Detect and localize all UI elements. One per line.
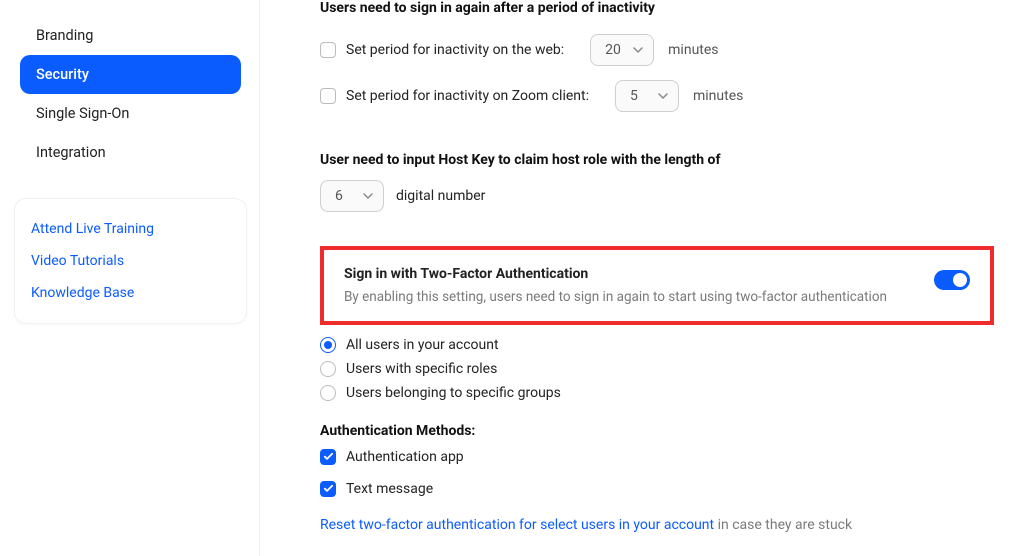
chevron-down-icon xyxy=(363,191,373,201)
help-link-tutorials[interactable]: Video Tutorials xyxy=(31,245,230,277)
settings-sidebar: Branding Security Single Sign-On Integra… xyxy=(0,0,260,556)
help-card: Attend Live Training Video Tutorials Kno… xyxy=(14,198,247,324)
inactivity-web-label: Set period for inactivity on the web: xyxy=(346,42,564,58)
reset-2fa-suffix-text: in case they are stuck xyxy=(718,517,852,533)
twofa-text: Sign in with Two-Factor Authentication B… xyxy=(344,266,887,307)
radio-icon xyxy=(320,361,336,377)
help-link-knowledgebase[interactable]: Knowledge Base xyxy=(31,277,230,309)
help-link-training[interactable]: Attend Live Training xyxy=(31,213,230,245)
twofa-scope-group: All users in your account Users with spe… xyxy=(320,337,994,401)
auth-method-app-checkbox[interactable] xyxy=(320,449,336,465)
sidebar-item-integration[interactable]: Integration xyxy=(20,133,241,172)
sidebar-item-branding[interactable]: Branding xyxy=(20,16,241,55)
inactivity-web-row: Set period for inactivity on the web: 20… xyxy=(320,34,994,66)
settings-content: Users need to sign in again after a peri… xyxy=(260,0,1024,556)
sidebar-item-single-sign-on[interactable]: Single Sign-On xyxy=(20,94,241,133)
inactivity-web-unit: minutes xyxy=(668,42,718,58)
page-root: Branding Security Single Sign-On Integra… xyxy=(0,0,1024,556)
scope-option-all-users[interactable]: All users in your account xyxy=(320,337,994,353)
hostkey-title: User need to input Host Key to claim hos… xyxy=(320,152,994,168)
twofa-highlight: Sign in with Two-Factor Authentication B… xyxy=(320,246,994,325)
auth-method-sms-checkbox[interactable] xyxy=(320,481,336,497)
inactivity-client-checkbox[interactable] xyxy=(320,88,336,104)
twofa-toggle[interactable] xyxy=(934,270,970,290)
inactivity-web-value: 20 xyxy=(605,42,621,58)
chevron-down-icon xyxy=(633,45,643,55)
inactivity-web-select[interactable]: 20 xyxy=(590,34,654,66)
auth-method-app-label: Authentication app xyxy=(346,449,464,465)
auth-method-app-row: Authentication app xyxy=(320,449,994,465)
auth-methods-title: Authentication Methods: xyxy=(320,423,994,439)
radio-icon xyxy=(320,337,336,353)
scope-option-specific-roles[interactable]: Users with specific roles xyxy=(320,361,994,377)
auth-method-sms-row: Text message xyxy=(320,481,994,497)
toggle-knob xyxy=(953,273,967,287)
inactivity-client-row: Set period for inactivity on Zoom client… xyxy=(320,80,994,112)
sidebar-item-security[interactable]: Security xyxy=(20,55,241,94)
scope-option-label: Users with specific roles xyxy=(346,361,497,377)
nav-card: Branding Security Single Sign-On Integra… xyxy=(14,10,247,178)
hostkey-unit: digital number xyxy=(396,188,485,204)
chevron-down-icon xyxy=(658,91,668,101)
inactivity-client-select[interactable]: 5 xyxy=(615,80,679,112)
inactivity-client-unit: minutes xyxy=(693,88,743,104)
inactivity-client-label: Set period for inactivity on Zoom client… xyxy=(346,88,589,104)
inactivity-web-checkbox[interactable] xyxy=(320,42,336,58)
inactivity-title: Users need to sign in again after a peri… xyxy=(320,0,994,16)
hostkey-value: 6 xyxy=(335,188,343,204)
hostkey-select[interactable]: 6 xyxy=(320,180,384,212)
scope-option-label: Users belonging to specific groups xyxy=(346,385,561,401)
twofa-title: Sign in with Two-Factor Authentication xyxy=(344,266,887,282)
inactivity-client-value: 5 xyxy=(630,88,638,104)
hostkey-block: User need to input Host Key to claim hos… xyxy=(320,152,994,212)
auth-method-sms-label: Text message xyxy=(346,481,433,497)
reset-2fa-line: Reset two-factor authentication for sele… xyxy=(320,517,994,533)
scope-option-specific-groups[interactable]: Users belonging to specific groups xyxy=(320,385,994,401)
twofa-description: By enabling this setting, users need to … xyxy=(344,288,887,307)
scope-option-label: All users in your account xyxy=(346,337,499,353)
reset-2fa-link[interactable]: Reset two-factor authentication for sele… xyxy=(320,517,714,533)
radio-icon xyxy=(320,385,336,401)
